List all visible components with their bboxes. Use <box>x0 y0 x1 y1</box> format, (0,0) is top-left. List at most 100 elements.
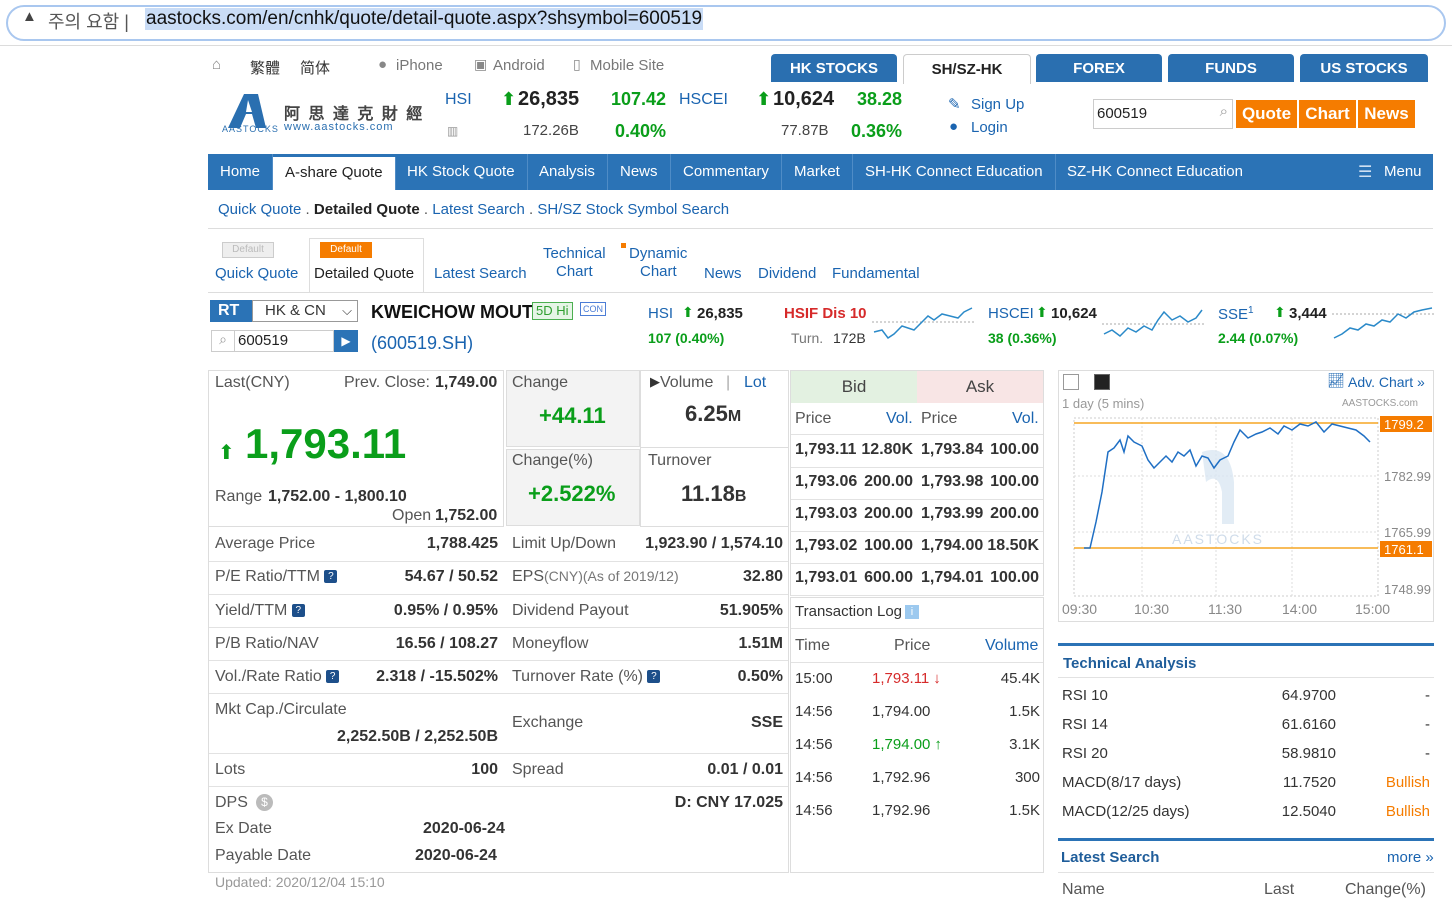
nav-sz-hk-education[interactable]: SZ-HK Connect Education <box>1055 154 1255 190</box>
subnav-latest-search[interactable]: Latest Search <box>432 201 525 218</box>
chart-x-label: 10:30 <box>1134 601 1169 617</box>
rt-badge[interactable]: RT <box>210 300 252 322</box>
qb-hsi-label[interactable]: HSI <box>648 305 673 322</box>
turnover-unit: B <box>734 488 747 505</box>
tab-us-stocks[interactable]: US STOCKS <box>1300 54 1428 82</box>
qb-hscei-label[interactable]: HSCEI <box>988 305 1034 322</box>
security-warning-text[interactable]: 주의 요함 | <box>48 8 129 34</box>
arrow-up-icon: ↑ <box>934 736 942 753</box>
hscei-sparkline[interactable] <box>1102 300 1204 348</box>
orderbook-cell: 1,793.98 <box>921 473 984 490</box>
apple-icon: ● <box>378 56 388 73</box>
triangle-right-icon: ▶ <box>650 374 660 389</box>
warning-triangle-icon[interactable]: ▲ <box>22 8 37 25</box>
tab-dynamic-chart-2[interactable]: Chart <box>640 263 677 280</box>
chart-icon[interactable]: ▥ <box>447 124 458 138</box>
lot-link[interactable]: Lot <box>744 374 766 392</box>
adv-chart-link[interactable]: Adv. Chart » <box>1348 374 1425 390</box>
chart-x-label: 09:30 <box>1062 601 1097 617</box>
search-input[interactable]: 600519 <box>1097 105 1147 122</box>
latest-search-more[interactable]: more » <box>1387 849 1434 866</box>
volume-label[interactable]: Volume <box>660 374 713 392</box>
subnav-detailed-quote[interactable]: Detailed Quote <box>314 201 420 218</box>
tab-technical-chart-2[interactable]: Chart <box>556 263 593 280</box>
nav-menu[interactable]: Menu <box>1372 154 1434 190</box>
hsi-label[interactable]: HSI <box>445 91 472 109</box>
hscei-label[interactable]: HSCEI <box>679 91 728 109</box>
sign-up-link[interactable]: Sign Up <box>971 96 1024 113</box>
mobile-site-link[interactable]: Mobile Site <box>590 57 664 74</box>
qb-hsi-value: 26,835 <box>697 305 743 322</box>
default-badge-inactive[interactable]: Default <box>222 242 274 258</box>
up-arrow-icon: ⬆ <box>1274 304 1286 320</box>
default-badge-active[interactable]: Default <box>320 242 372 258</box>
android-icon: ▣ <box>474 56 488 72</box>
symbol-search-box[interactable]: 600519 ⌕ <box>1093 99 1233 129</box>
volume-unit: M <box>727 408 742 425</box>
nav-news[interactable]: News <box>608 154 671 190</box>
dollar-icon[interactable]: $ <box>256 794 273 811</box>
tab-sh-sz-hk[interactable]: SH/SZ-HK <box>903 54 1031 84</box>
nav-hk-stock-quote[interactable]: HK Stock Quote <box>395 154 528 190</box>
tab-dynamic-chart-1[interactable]: Dynamic <box>629 245 687 262</box>
turnover-value: 11.18B <box>681 481 746 507</box>
help-icon[interactable]: ? <box>326 670 340 683</box>
go-arrow-icon[interactable]: ▶ <box>334 330 358 352</box>
badge-5d-high[interactable]: 5D Hi <box>532 302 573 320</box>
news-button[interactable]: News <box>1358 100 1415 128</box>
info-icon[interactable]: i <box>905 605 919 619</box>
badge-con[interactable]: CON <box>580 302 606 316</box>
market-select[interactable]: HK & CN ⌵ <box>252 300 358 322</box>
lang-simplified[interactable]: 简体 <box>300 57 330 78</box>
tab-forex[interactable]: FOREX <box>1036 54 1162 82</box>
light-theme-toggle[interactable] <box>1063 374 1079 390</box>
quote-button[interactable]: Quote <box>1236 100 1297 128</box>
sse-sparkline[interactable] <box>1332 300 1434 348</box>
home-icon[interactable]: ⌂ <box>212 56 221 73</box>
tab-technical-chart-1[interactable]: Technical <box>543 245 606 262</box>
stat-label-text: Yield/TTM <box>215 602 288 619</box>
tab-quick-quote[interactable]: Quick Quote <box>215 265 298 282</box>
qb-hsif-label[interactable]: HSIF Dis 10 <box>784 305 867 322</box>
tab-fundamental[interactable]: Fundamental <box>832 265 920 282</box>
nav-a-share-quote[interactable]: A-share Quote <box>273 157 396 190</box>
subnav-symbol-search[interactable]: SH/SZ Stock Symbol Search <box>537 201 729 218</box>
tab-detailed-quote[interactable]: Detailed Quote <box>314 265 414 282</box>
help-icon[interactable]: ? <box>324 570 338 583</box>
txlog-price: 1,793.11 ↓ <box>872 670 941 687</box>
dark-theme-toggle[interactable] <box>1094 374 1110 390</box>
intraday-chart[interactable]: AASTOCKS 1799.2 1761.1 1782.99 1765.99 1… <box>1062 412 1434 622</box>
nav-home[interactable]: Home <box>208 154 274 190</box>
help-icon[interactable]: ? <box>291 604 305 617</box>
chart-brand: AASTOCKS.com <box>1342 398 1418 409</box>
menu-icon[interactable]: ☰ <box>1358 162 1372 182</box>
exchange-label: Exchange <box>512 714 584 731</box>
qb-sse-label[interactable]: SSE1 <box>1218 305 1254 323</box>
tab-hk-stocks[interactable]: HK STOCKS <box>771 54 897 82</box>
mobile-icon: ▯ <box>573 56 581 72</box>
url-text[interactable]: aastocks.com/en/cnhk/quote/detail-quote.… <box>145 8 704 30</box>
orderbook-cell: 1,794.01 <box>921 569 984 586</box>
divider <box>1058 872 1434 873</box>
chart-button[interactable]: Chart <box>1299 100 1356 128</box>
nav-commentary[interactable]: Commentary <box>671 154 782 190</box>
login-link[interactable]: Login <box>971 119 1008 136</box>
txlog-price: 1,792.96 <box>872 802 930 819</box>
iphone-link[interactable]: iPhone <box>396 57 443 74</box>
tab-latest-search[interactable]: Latest Search <box>434 265 527 282</box>
nav-sh-hk-education[interactable]: SH-HK Connect Education <box>853 154 1056 190</box>
subnav-quick-quote[interactable]: Quick Quote <box>218 201 301 218</box>
search-icon[interactable]: ⌕ <box>1220 103 1228 120</box>
section-bar <box>1058 838 1434 841</box>
nav-analysis[interactable]: Analysis <box>527 154 608 190</box>
lang-traditional[interactable]: 繁體 <box>250 57 280 78</box>
tab-news[interactable]: News <box>704 265 742 282</box>
nav-market[interactable]: Market <box>782 154 853 190</box>
tab-dividend[interactable]: Dividend <box>758 265 816 282</box>
android-link[interactable]: Android <box>493 57 545 74</box>
symbol-input[interactable]: 600519 <box>234 330 334 352</box>
hsi-sparkline[interactable] <box>872 300 974 348</box>
help-icon[interactable]: ? <box>647 670 661 683</box>
tab-funds[interactable]: FUNDS <box>1168 54 1294 82</box>
divider <box>791 595 1043 596</box>
